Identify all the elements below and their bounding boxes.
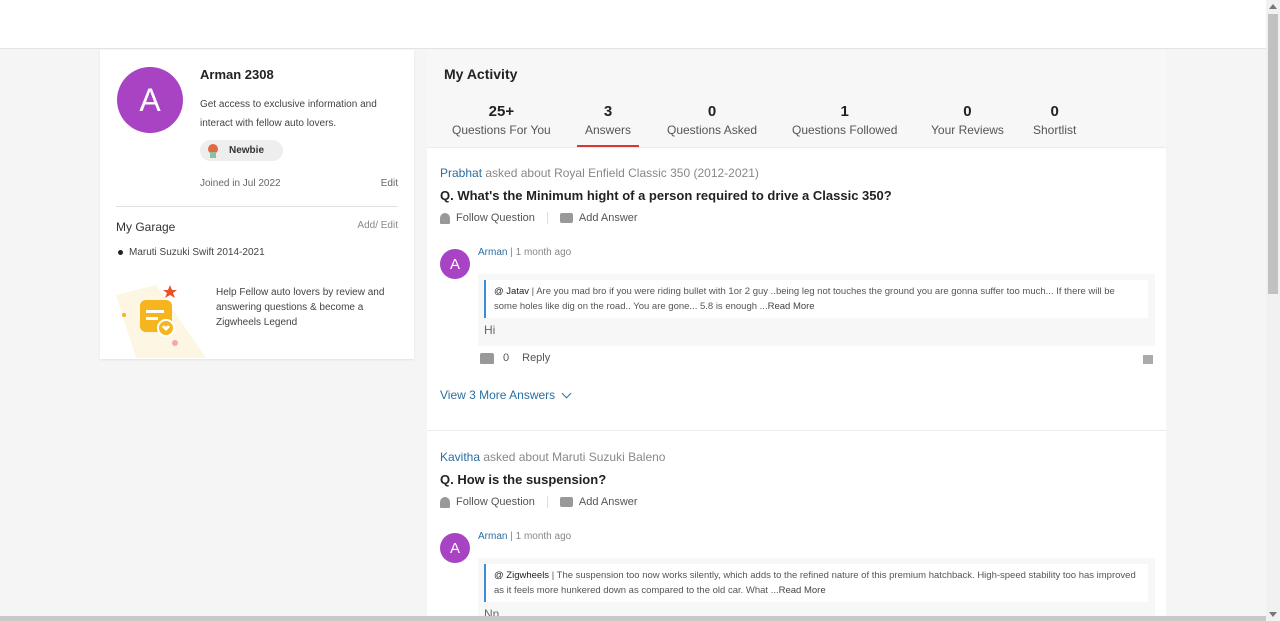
quoted-answer: @ Jatav | Are you mad bro if you were ri…	[484, 280, 1148, 318]
answer-reply-text: Hi	[484, 323, 496, 337]
avatar: A	[117, 67, 183, 133]
profile-card: A Arman 2308 Get access to exclusive inf…	[100, 50, 414, 359]
tab-count: 25+	[488, 103, 515, 120]
scroll-down-icon[interactable]	[1269, 612, 1277, 617]
activity-header: My Activity 25+ Questions For You 3 Answ…	[427, 50, 1166, 148]
quote-user: @ Zigwheels	[494, 570, 550, 581]
answer-meta: Arman | 1 month ago	[478, 247, 571, 258]
chevron-down-icon	[561, 388, 572, 398]
tab-questions-for-you[interactable]: 25+ Questions For You	[452, 103, 551, 138]
question-title[interactable]: Q. How is the suspension?	[440, 472, 606, 487]
answer-time: | 1 month ago	[507, 247, 572, 258]
horizontal-scrollbar[interactable]	[0, 616, 1266, 621]
read-more-link[interactable]: Read More	[779, 585, 826, 596]
legend-text: Help Fellow auto lovers by review and an…	[216, 287, 385, 328]
profile-description: Get access to exclusive information and …	[200, 99, 377, 129]
tab-label: Your Reviews	[931, 123, 1004, 137]
asker-link[interactable]: Prabhat	[440, 166, 482, 180]
answer-box: @ Zigwheels | The suspension too now wor…	[478, 558, 1155, 621]
scroll-thumb[interactable]	[1268, 14, 1278, 294]
tab-count: 3	[603, 103, 613, 120]
garage-edit-link[interactable]: Add/ Edit	[357, 220, 398, 231]
tab-count: 0	[1050, 103, 1059, 120]
newbie-badge: Newbie	[200, 140, 283, 161]
follow-question-button[interactable]: Follow Question	[456, 212, 535, 224]
tab-questions-asked[interactable]: 0 Questions Asked	[667, 103, 757, 138]
activity-panel: My Activity 25+ Questions For You 3 Answ…	[427, 50, 1166, 621]
tab-your-reviews[interactable]: 0 Your Reviews	[931, 103, 1004, 138]
add-answer-button[interactable]: Add Answer	[579, 212, 638, 224]
activity-title: My Activity	[444, 66, 518, 82]
vertical-scrollbar[interactable]	[1266, 0, 1280, 621]
reply-button[interactable]: Reply	[522, 352, 550, 364]
quoted-answer: @ Zigwheels | The suspension too now wor…	[484, 564, 1148, 602]
medal-icon	[207, 143, 219, 158]
answer-user-link[interactable]: Arman	[478, 247, 507, 258]
divider	[116, 206, 398, 207]
scroll-up-icon[interactable]	[1269, 4, 1277, 9]
legend-illustration	[116, 285, 206, 358]
bell-icon	[440, 212, 450, 224]
tab-label: Questions Followed	[792, 123, 898, 137]
active-tab-underline	[577, 145, 640, 147]
top-header-bar	[0, 0, 1266, 49]
add-answer-button[interactable]: Add Answer	[579, 496, 638, 508]
read-more-link[interactable]: Read More	[768, 301, 815, 312]
bullet-icon	[118, 250, 123, 255]
tab-count: 1	[840, 103, 849, 120]
tab-count: 0	[963, 103, 972, 120]
answer-user-link[interactable]: Arman	[478, 531, 507, 542]
tab-answers[interactable]: 3 Answers	[577, 103, 640, 147]
answer-box: @ Jatav | Are you mad bro if you were ri…	[478, 274, 1155, 346]
question-actions: Follow Question Add Answer	[440, 212, 638, 224]
garage-item-label: Maruti Suzuki Swift 2014-2021	[129, 247, 265, 258]
question-title[interactable]: Q. What's the Minimum hight of a person …	[440, 188, 892, 203]
follow-question-button[interactable]: Follow Question	[456, 496, 535, 508]
tab-shortlist[interactable]: 0 Shortlist	[1033, 103, 1076, 138]
quote-user: @ Jatav	[494, 286, 529, 297]
badge-label: Newbie	[229, 145, 265, 156]
answer-avatar: A	[440, 533, 470, 563]
garage-item[interactable]: Maruti Suzuki Swift 2014-2021	[118, 247, 265, 258]
edit-profile-link[interactable]: Edit	[381, 178, 398, 189]
view-more-label: View 3 More Answers	[440, 388, 556, 402]
question-about: asked about Maruti Suzuki Baleno	[480, 450, 666, 464]
tab-label: Questions Asked	[667, 123, 758, 137]
thumbs-up-icon[interactable]	[480, 352, 494, 364]
profile-name: Arman 2308	[200, 67, 274, 82]
like-count: 0	[503, 352, 510, 364]
question-meta: Prabhat asked about Royal Enfield Classi…	[440, 166, 759, 180]
answer-actions: 0 Reply	[480, 352, 550, 364]
tab-label: Shortlist	[1033, 123, 1077, 137]
tab-label: Answers	[585, 123, 632, 137]
chat-icon	[559, 497, 573, 507]
separator	[546, 212, 548, 224]
garage-title: My Garage	[116, 220, 176, 234]
answer-avatar: A	[440, 249, 470, 279]
joined-date: Joined in Jul 2022	[200, 178, 281, 189]
view-more-answers-link[interactable]: View 3 More Answers	[440, 388, 572, 402]
bell-icon	[440, 496, 450, 508]
flag-icon[interactable]	[1143, 355, 1153, 364]
separator	[546, 496, 548, 508]
tab-count: 0	[707, 103, 717, 120]
asker-link[interactable]: Kavitha	[440, 450, 480, 464]
answer-time: | 1 month ago	[507, 531, 572, 542]
question-actions: Follow Question Add Answer	[440, 496, 638, 508]
divider	[427, 430, 1166, 431]
question-meta: Kavitha asked about Maruti Suzuki Baleno	[440, 450, 665, 464]
tab-questions-followed[interactable]: 1 Questions Followed	[792, 103, 897, 138]
chat-icon	[559, 213, 573, 223]
answer-meta: Arman | 1 month ago	[478, 531, 571, 542]
tab-label: Questions For You	[452, 123, 551, 137]
question-about: asked about Royal Enfield Classic 350 (2…	[482, 166, 759, 180]
